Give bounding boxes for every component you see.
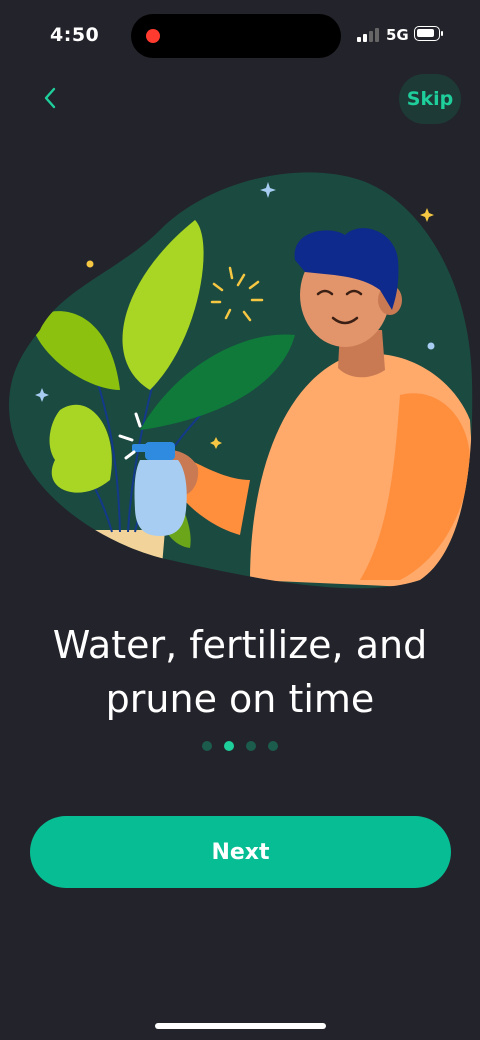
page-dot	[246, 741, 256, 751]
status-bar: 4:50 5G	[0, 0, 480, 72]
next-button[interactable]: Next	[30, 816, 451, 888]
status-time: 4:50	[50, 24, 100, 46]
home-indicator	[155, 1023, 326, 1029]
skip-button[interactable]: Skip	[399, 74, 461, 124]
page-dot	[268, 741, 278, 751]
chevron-left-icon	[44, 87, 56, 109]
network-type: 5G	[386, 26, 409, 44]
dynamic-island	[131, 14, 341, 58]
man-watering-plant-illustration	[9, 172, 473, 589]
page-dot	[202, 741, 212, 751]
page-dot-active	[224, 741, 234, 751]
title-line-1: Water, fertilize, and	[52, 623, 428, 667]
title-line-2: prune on time	[105, 677, 375, 721]
onboarding-title: Water, fertilize, and prune on time	[20, 618, 460, 726]
recording-indicator-icon	[146, 29, 160, 43]
plant-pot	[90, 530, 165, 589]
back-button[interactable]	[32, 80, 68, 116]
cellular-signal-icon	[357, 28, 379, 42]
battery-icon	[414, 26, 443, 41]
page-indicator	[0, 741, 480, 751]
spray-bottle	[134, 460, 187, 536]
